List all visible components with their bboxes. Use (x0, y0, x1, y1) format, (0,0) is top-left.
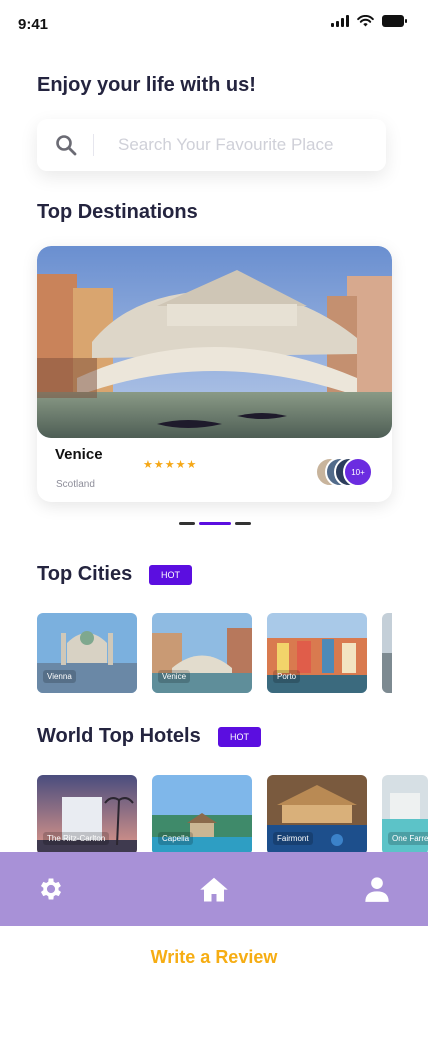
search-divider (93, 134, 94, 156)
city-card[interactable] (382, 613, 392, 693)
search-bar[interactable] (37, 119, 386, 171)
pager-dot[interactable] (179, 522, 195, 525)
status-time: 9:41 (18, 16, 49, 33)
status-icons (331, 15, 408, 27)
hotel-card[interactable]: Capella (152, 775, 252, 855)
bottom-navigation (0, 852, 428, 926)
search-icon[interactable] (54, 133, 78, 157)
search-input[interactable] (118, 135, 368, 155)
hotel-card[interactable]: One Farrer (382, 775, 428, 855)
visitor-avatars[interactable]: 10+ (315, 457, 375, 487)
city-card[interactable]: Vienna (37, 613, 137, 693)
world-top-hotels-list: The Ritz-Carlton Capella Fairmont One Fa… (37, 775, 428, 855)
cellular-signal-icon (331, 15, 349, 27)
city-label: Venice (158, 670, 191, 683)
more-visitors-badge: 10+ (343, 457, 373, 487)
top-cities-list: Vienna Venice Porto (37, 613, 392, 693)
destination-country: Scotland (56, 479, 95, 490)
world-top-hotels-title: World Top Hotels (37, 725, 201, 747)
city-label: Vienna (43, 670, 76, 683)
greeting-heading: Enjoy your life with us! (37, 74, 256, 96)
hotel-label: Capella (158, 832, 194, 845)
profile-button[interactable] (362, 874, 392, 904)
destination-card[interactable]: Venice ★★★★★ Scotland 10+ (37, 246, 392, 502)
hot-badge: HOT (149, 565, 192, 585)
pager-dot-active[interactable] (199, 522, 231, 525)
settings-button[interactable] (36, 874, 66, 904)
gear-icon[interactable] (37, 875, 65, 903)
destination-image (37, 246, 392, 438)
user-icon[interactable] (363, 875, 391, 903)
destination-name: Venice (55, 446, 103, 463)
hotel-label: One Farrer (388, 832, 428, 845)
home-button[interactable] (199, 874, 229, 904)
hotel-card[interactable]: The Ritz-Carlton (37, 775, 137, 855)
hotel-card[interactable]: Fairmont (267, 775, 367, 855)
city-label: Porto (273, 670, 301, 683)
hot-badge: HOT (218, 727, 261, 747)
write-review-button[interactable]: Write a Review (0, 947, 428, 968)
wifi-icon (357, 15, 374, 27)
status-bar: 9:41 (0, 0, 428, 48)
top-destinations-title: Top Destinations (37, 201, 198, 223)
city-card[interactable]: Venice (152, 613, 252, 693)
top-cities-title: Top Cities (37, 563, 133, 585)
home-icon[interactable] (199, 874, 229, 904)
battery-icon (382, 15, 407, 27)
hotel-label: The Ritz-Carlton (43, 832, 110, 845)
carousel-pager (179, 522, 251, 525)
city-card[interactable]: Porto (267, 613, 367, 693)
hotel-label: Fairmont (273, 832, 313, 845)
destination-rating: ★★★★★ (143, 459, 198, 471)
pager-dot[interactable] (235, 522, 251, 525)
